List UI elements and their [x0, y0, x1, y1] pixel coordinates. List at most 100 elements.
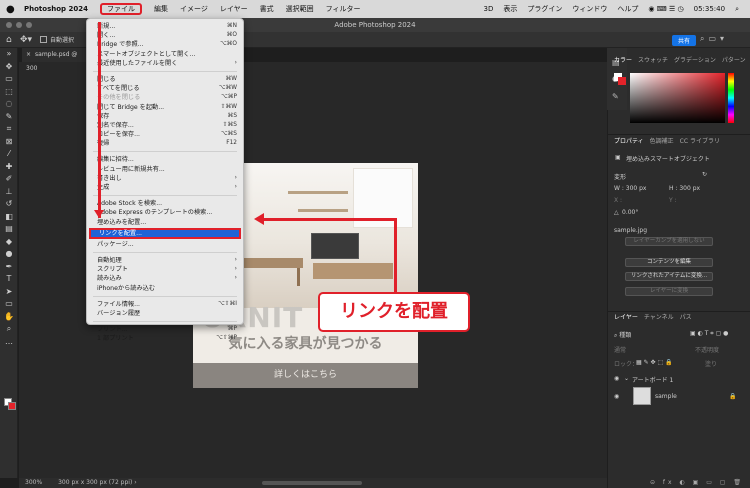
menu-layer[interactable]: レイヤー [214, 4, 254, 14]
file-menu-item[interactable]: すべてを閉じる ⌥⌘W [87, 84, 243, 93]
document-tab[interactable]: × sample.psd @ 300 [22, 48, 86, 72]
file-menu-item[interactable]: 埋め込みを配置... [87, 218, 243, 227]
horizontal-scrollbar[interactable] [262, 481, 362, 485]
file-menu-item[interactable]: バージョン履歴 [87, 309, 243, 318]
document-info[interactable]: 300 px x 300 px (72 ppi) [58, 479, 132, 486]
move-tool-icon[interactable]: ✥▾ [20, 35, 40, 45]
layer-filter-icons[interactable]: ▣ ◐ T ⌗ ▢ ● [690, 330, 728, 338]
artboard-layer-name[interactable]: アートボード 1 [632, 375, 673, 384]
menu-image[interactable]: イメージ [174, 4, 214, 14]
type-tool-icon[interactable]: T [0, 273, 18, 286]
file-menu-item[interactable]: 1 部プリント ⌥⇧⌘P [87, 334, 243, 343]
file-menu-item[interactable]: 最近使用したファイルを開く › [87, 59, 243, 68]
tab-channels[interactable]: チャンネル [641, 313, 677, 323]
layer-thumbnail[interactable] [633, 387, 651, 405]
lock-icons[interactable]: ▦ ✎ ✥ ⬚ 🔒 [636, 359, 673, 366]
file-menu-item[interactable]: 読み込み › [87, 274, 243, 283]
minimize-window-button[interactable] [16, 22, 22, 28]
menu-select[interactable]: 選択範囲 [280, 4, 320, 14]
home-icon[interactable]: ⌂ [6, 35, 20, 45]
apple-icon[interactable]: ● [6, 4, 18, 15]
visibility-eye-icon[interactable]: ◉ [614, 393, 619, 400]
file-menu-item[interactable]: iPhoneから読み込む [87, 284, 243, 293]
brush-tool-icon[interactable]: ✐ [0, 173, 18, 186]
hue-slider[interactable] [728, 73, 734, 123]
file-menu-item[interactable]: Bridge で参照... ⌥⌘O [87, 40, 243, 49]
convert-to-linked-button[interactable]: リンクされたアイテムに変換... [625, 272, 713, 281]
healing-brush-icon[interactable]: ✚ [0, 161, 18, 174]
path-select-tool-icon[interactable]: ➤ [0, 286, 18, 299]
tab-gradient[interactable]: グラデーション [671, 56, 719, 66]
stamp-tool-icon[interactable]: ⊥ [0, 186, 18, 199]
file-menu-item[interactable]: Adobe Express のテンプレートの検索... [87, 208, 243, 217]
hand-tool-icon[interactable]: ✋ [0, 311, 18, 324]
tab-swatches[interactable]: スウォッチ [635, 56, 671, 66]
panel-color-swatches[interactable] [614, 73, 626, 85]
zoom-window-button[interactable] [26, 22, 32, 28]
close-tab-icon[interactable]: × [26, 51, 31, 58]
expand-chevron-icon[interactable]: ⌄ [624, 375, 629, 382]
menu-edit[interactable]: 編集 [148, 4, 174, 14]
tab-layers[interactable]: レイヤー [611, 313, 641, 323]
file-menu-item[interactable]: プリント... ⌘P [87, 325, 243, 334]
file-menu-item[interactable]: 保存 ⌘S [87, 112, 243, 121]
lasso-tool-icon[interactable]: ◌ [0, 98, 18, 111]
file-menu-item[interactable]: リンクを配置... [89, 227, 241, 239]
collapse-icon[interactable]: » [0, 48, 18, 61]
layer-comp-select[interactable]: レイヤーカンプを適用しない [625, 237, 713, 246]
filter-kind-select[interactable]: ⌕ 種類 [614, 330, 631, 340]
file-menu-item[interactable]: 復帰 F12 [87, 139, 243, 148]
file-menu-item[interactable]: スマートオブジェクトとして開く... [87, 50, 243, 59]
file-menu-item[interactable]: 開く... ⌘O [87, 31, 243, 40]
file-menu-item[interactable]: 別名で保存... ⇧⌘S [87, 121, 243, 130]
file-menu-item[interactable]: 編集に招待... [87, 155, 243, 164]
close-window-button[interactable] [6, 22, 12, 28]
menu-file[interactable]: ファイル [94, 2, 148, 15]
file-menu-item[interactable]: パッケージ... [87, 240, 243, 249]
x-field[interactable]: X : [614, 197, 622, 204]
convert-to-layers-button[interactable]: レイヤーに変換 [625, 287, 713, 296]
menu-window[interactable]: ウィンドウ [567, 4, 612, 14]
crop-tool-icon[interactable]: ⌗ [0, 123, 18, 136]
search-icon[interactable]: ⌕ [730, 5, 744, 14]
blur-tool-icon[interactable]: ◆ [0, 236, 18, 249]
reset-icon[interactable]: ↻ [702, 171, 707, 178]
dodge-tool-icon[interactable]: ● [0, 248, 18, 261]
tab-color[interactable]: カラー [611, 56, 635, 66]
move-tool-icon[interactable]: ✥ [0, 61, 18, 74]
menu-help[interactable]: ヘルプ [612, 4, 643, 14]
status-icons[interactable]: ◉ ⌨ ☰ ◷ [643, 5, 688, 13]
shape-tool-icon[interactable]: ▭ [0, 298, 18, 311]
zoom-level[interactable]: 300% [25, 479, 42, 486]
quick-select-tool-icon[interactable]: ✎ [0, 111, 18, 124]
menu-filter[interactable]: フィルター [320, 4, 367, 14]
background-color[interactable] [8, 402, 16, 410]
menu-plugins[interactable]: プラグイン [522, 4, 567, 14]
file-menu-item[interactable]: ファイル情報... ⌥⇧⌘I [87, 300, 243, 309]
file-menu-item[interactable]: Adobe Stock を検索... [87, 199, 243, 208]
blend-mode-select[interactable]: 通常 [614, 345, 626, 354]
tab-paths[interactable]: パス [677, 313, 695, 323]
y-field[interactable]: Y : [669, 197, 677, 204]
share-button[interactable]: 共有 [672, 35, 697, 46]
tab-pattern[interactable]: パターン [719, 56, 749, 66]
file-menu-item[interactable]: 生成 › [87, 183, 243, 192]
file-menu-item[interactable]: 新規... ⌘N [87, 22, 243, 31]
zoom-tool-icon[interactable]: ⌕ [0, 323, 18, 336]
pen-tool-icon[interactable]: ✒ [0, 261, 18, 274]
status-chevron-icon[interactable]: › [134, 479, 136, 486]
history-brush-icon[interactable]: ↺ [0, 198, 18, 211]
artboard-tool-icon[interactable]: ▭ [0, 73, 18, 86]
file-menu-item[interactable]: レビュー用に新規共有... [87, 165, 243, 174]
file-menu-item[interactable]: スクリプト › [87, 265, 243, 274]
menu-3d[interactable]: 3D [479, 5, 499, 13]
file-menu-item[interactable]: 自動処理 › [87, 256, 243, 265]
tab-cc-libraries[interactable]: CC ライブラリ [677, 137, 723, 147]
eyedropper-tool-icon[interactable]: ⁄ [0, 148, 18, 161]
menu-view[interactable]: 表示 [498, 4, 522, 14]
marquee-tool-icon[interactable]: ⬚ [0, 86, 18, 99]
file-menu-item[interactable]: 閉じる ⌘W [87, 75, 243, 84]
gradient-tool-icon[interactable]: ▤ [0, 223, 18, 236]
color-picker-field[interactable] [630, 73, 725, 123]
tab-properties[interactable]: プロパティ [611, 137, 647, 147]
